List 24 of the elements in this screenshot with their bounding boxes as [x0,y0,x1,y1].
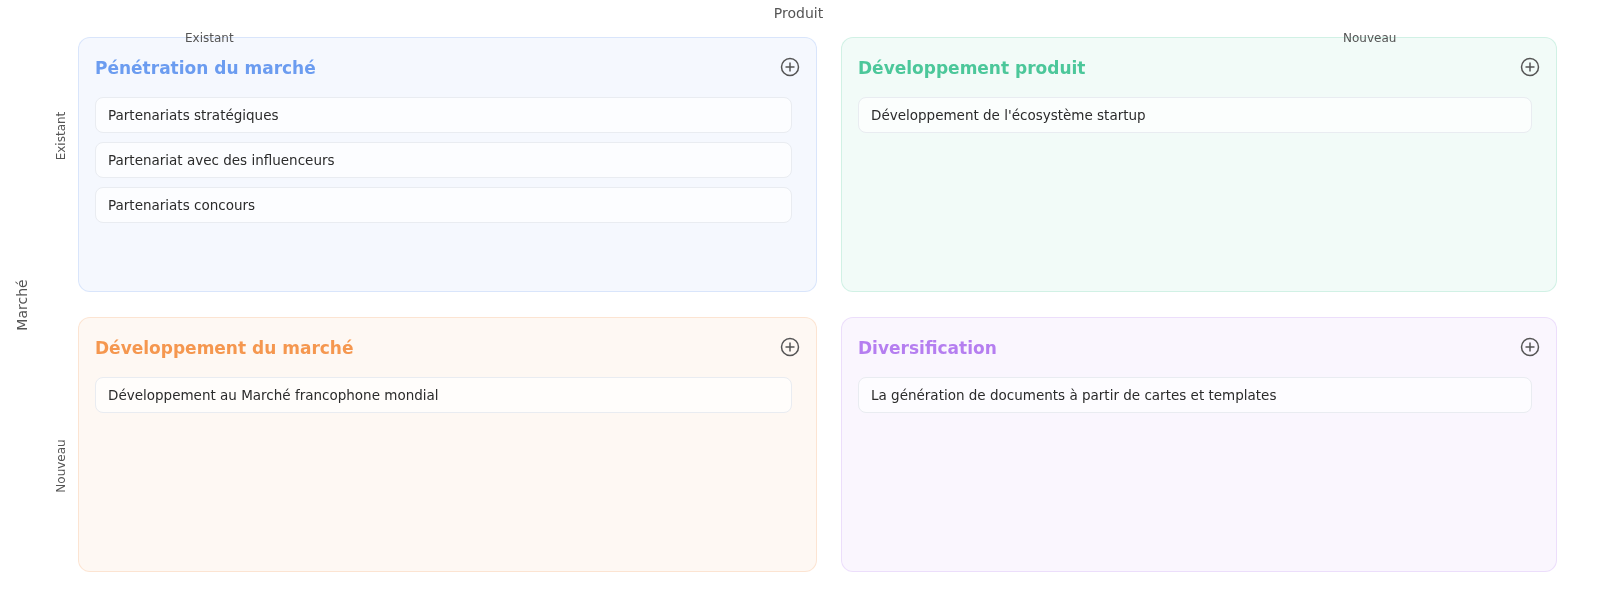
add-button[interactable] [1520,337,1542,359]
axis-title: Marché [14,278,30,331]
strategy-item[interactable]: Partenariat avec des influenceurs [95,142,792,178]
add-button[interactable] [780,337,802,359]
strategy-item[interactable]: Développement au Marché francophone mondial [95,377,792,413]
plus-circle-icon [780,337,800,357]
plus-circle-icon [780,57,800,77]
quadrant-title: Développement produit [858,58,1086,78]
axis-title: Produit [772,5,825,21]
add-button[interactable] [780,57,802,79]
strategy-item[interactable]: La génération de documents à partir de cartes et templates [858,377,1532,413]
quadrant-title: Diversification [858,338,997,358]
quadrant-title: Développement du marché [95,338,354,358]
axis-label: Existant [185,31,234,45]
plus-circle-icon [1520,337,1540,357]
strategy-item[interactable]: Développement de l'écosystème startup [858,97,1532,133]
axis-label: Existant [54,111,68,161]
strategy-item[interactable]: Partenariats concours [95,187,792,223]
plus-circle-icon [1520,57,1540,77]
quadrant-title: Pénétration du marché [95,58,316,78]
axis-label: Nouveau [54,439,68,493]
axis-label: Nouveau [1343,31,1397,45]
strategy-item[interactable]: Partenariats stratégiques [95,97,792,133]
add-button[interactable] [1520,57,1542,79]
